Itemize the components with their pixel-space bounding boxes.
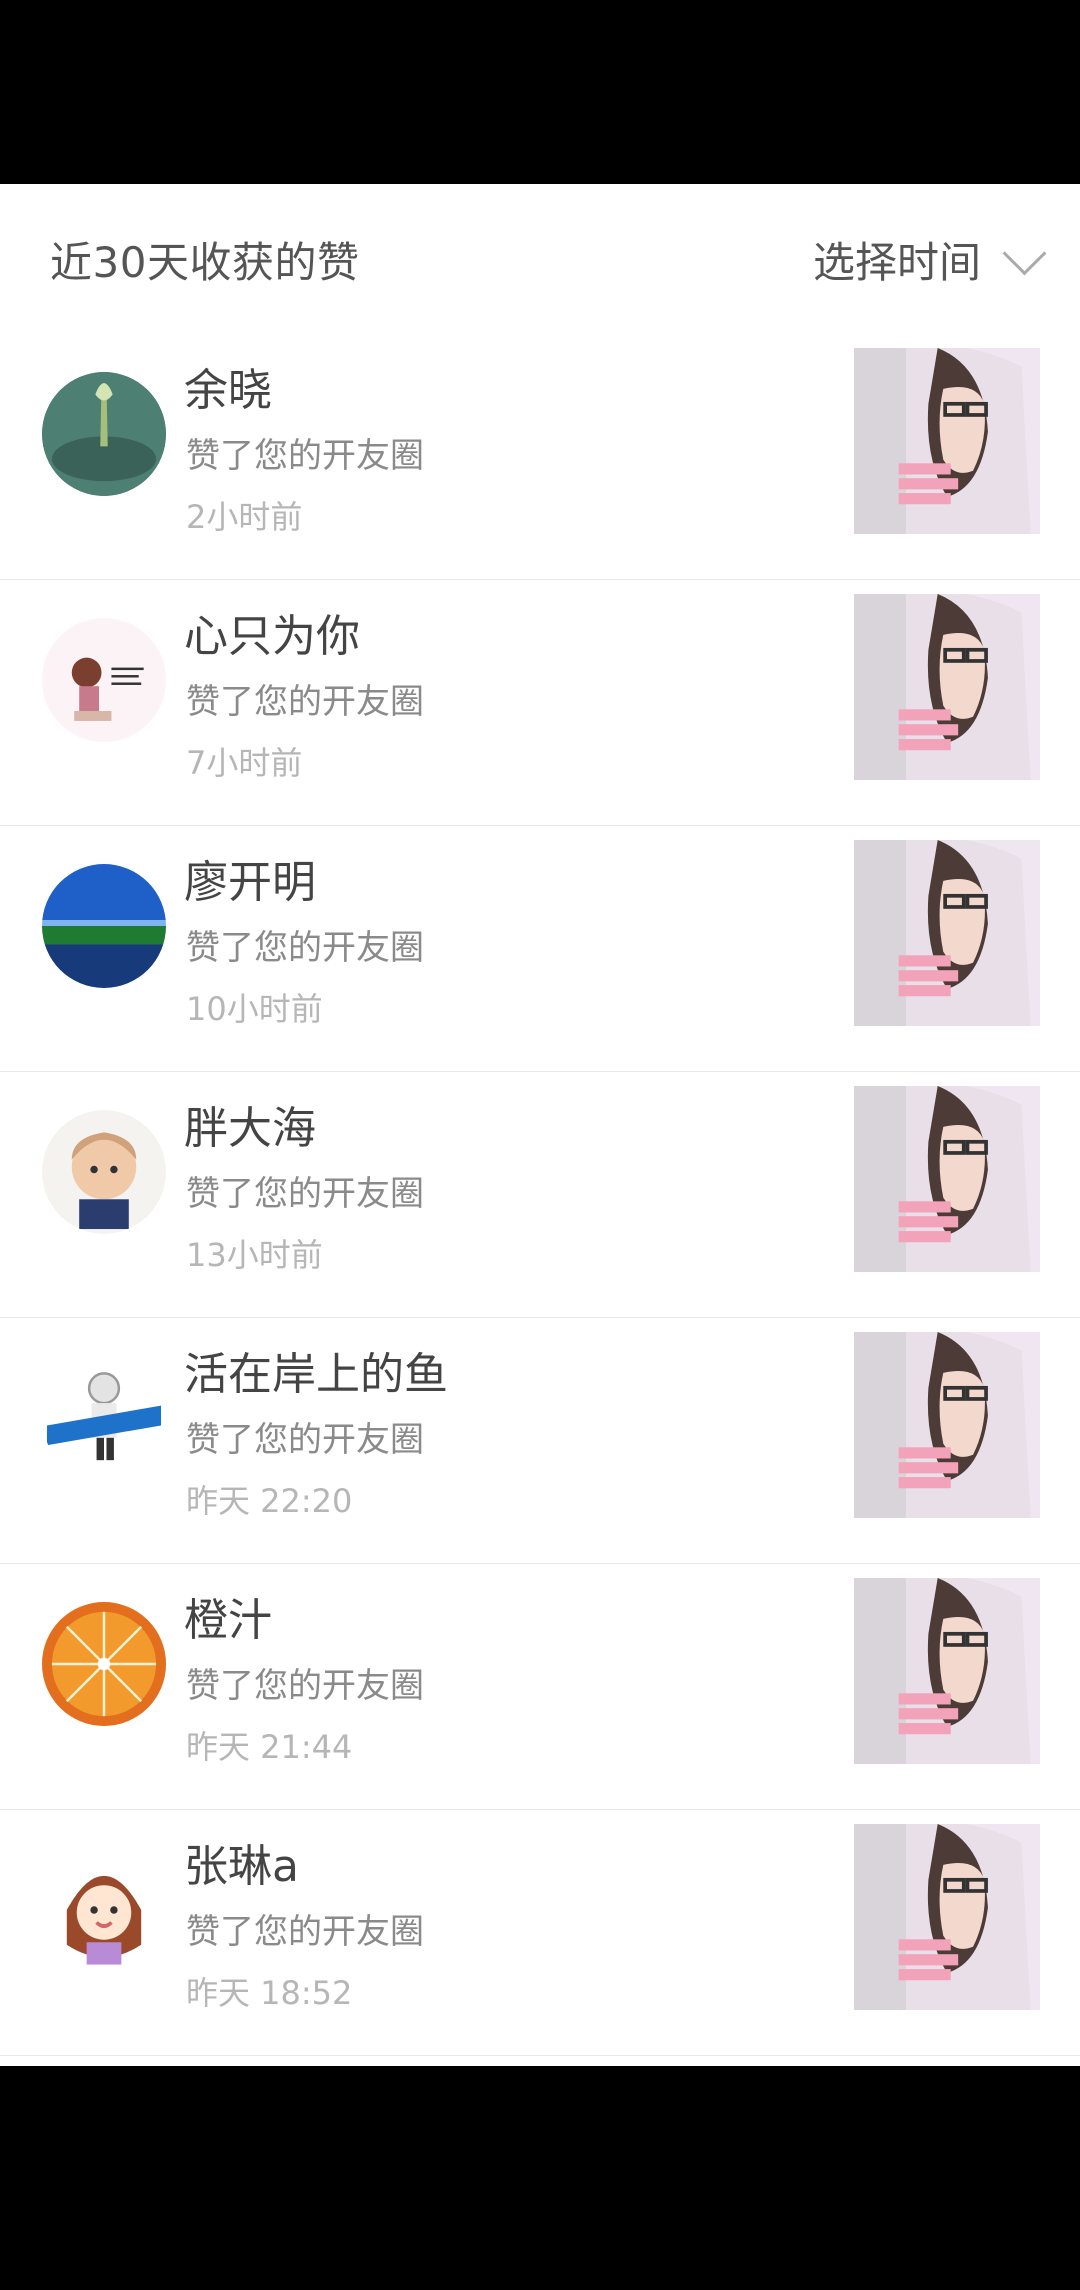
user-name[interactable]: 活在岸上的鱼 [184,1338,448,1402]
likes-list: 余晓 赞了您的开友圈 2小时前 心只为你 赞了您的开友圈 7小时前 廖开明 赞了… [0,334,1080,2066]
list-item[interactable]: 张琳a 赞了您的开友圈 昨天 18:52 [0,1810,1080,2056]
cartoon-girl-avatar-icon [42,618,166,742]
list-item[interactable]: 橙汁 赞了您的开友圈 昨天 21:44 [0,1564,1080,1810]
action-text: 赞了您的开友圈 [186,682,424,722]
post-thumbnail[interactable] [854,594,1040,780]
cartoon-girl-icon [42,618,166,742]
post-thumbnail[interactable] [854,1332,1040,1518]
selfie-thumbnail-icon [854,1332,1040,1518]
action-text: 赞了您的开友圈 [186,1912,424,1952]
list-item[interactable]: 胖大海 赞了您的开友圈 13小时前 [0,1072,1080,1318]
banner-person-icon [42,1356,166,1480]
user-name[interactable]: 胖大海 [184,1092,316,1156]
list-item[interactable]: 活在岸上的鱼 赞了您的开友圈 昨天 22:20 [0,1318,1080,1564]
cartoon-woman-avatar-icon [42,1848,166,1972]
action-text: 赞了您的开友圈 [186,1666,424,1706]
time-picker[interactable]: 选择时间 [812,229,1047,290]
timestamp: 10小时前 [186,990,323,1028]
post-thumbnail[interactable] [854,840,1040,1026]
action-text: 赞了您的开友圈 [186,928,424,968]
top-black-bar [0,0,1080,184]
list-item[interactable]: 余晓 赞了您的开友圈 2小时前 [0,334,1080,580]
banner-person-avatar-icon [42,1356,166,1480]
user-name[interactable]: 张琳a [184,1830,299,1894]
timestamp: 昨天 18:52 [186,1974,353,2012]
timestamp: 2小时前 [186,498,303,536]
list-item[interactable]: 廖开明 赞了您的开友圈 10小时前 [0,826,1080,1072]
list-item[interactable]: 李姐 [0,2056,1080,2066]
lake-avatar-icon [42,864,166,988]
timestamp: 13小时前 [186,1236,323,1274]
action-text: 赞了您的开友圈 [186,1174,424,1214]
timestamp: 昨天 21:44 [186,1728,353,1766]
page-title: 近30天收获的赞 [50,237,360,287]
selfie-thumbnail-icon [854,348,1040,534]
user-name[interactable]: 心只为你 [184,600,360,664]
selfie-thumbnail-icon [854,594,1040,780]
selfie-thumbnail-icon [854,1086,1040,1272]
time-picker-label: 选择时间 [812,237,981,287]
post-thumbnail[interactable] [854,1824,1040,2010]
user-name[interactable]: 橙汁 [184,1584,272,1648]
chevron-down-icon [1002,231,1047,275]
list-item[interactable]: 心只为你 赞了您的开友圈 7小时前 [0,580,1080,826]
header: 近30天收获的赞 选择时间 [0,184,1080,334]
likes-panel: 近30天收获的赞 选择时间 余晓 赞了您的开友圈 2小时前 心只为你 赞了您的开… [0,184,1080,2066]
selfie-thumbnail-icon [854,1578,1040,1764]
bottom-black-bar [0,2066,1080,2290]
timestamp: 7小时前 [186,744,303,782]
orange-avatar-icon [42,1602,166,1726]
child-avatar-icon [42,1110,166,1234]
child-icon [42,1110,166,1234]
action-text: 赞了您的开友圈 [186,436,424,476]
selfie-thumbnail-icon [854,840,1040,1026]
lotus-icon [42,372,166,496]
post-thumbnail[interactable] [854,1086,1040,1272]
lotus-avatar-icon [42,372,166,496]
timestamp: 昨天 22:20 [186,1482,353,1520]
orange-slice-icon [42,1602,166,1726]
cartoon-woman-icon [42,1848,166,1972]
post-thumbnail[interactable] [854,348,1040,534]
action-text: 赞了您的开友圈 [186,1420,424,1460]
user-name[interactable]: 廖开明 [184,846,316,910]
selfie-thumbnail-icon [854,1824,1040,2010]
user-name[interactable]: 余晓 [184,354,272,418]
post-thumbnail[interactable] [854,1578,1040,1764]
